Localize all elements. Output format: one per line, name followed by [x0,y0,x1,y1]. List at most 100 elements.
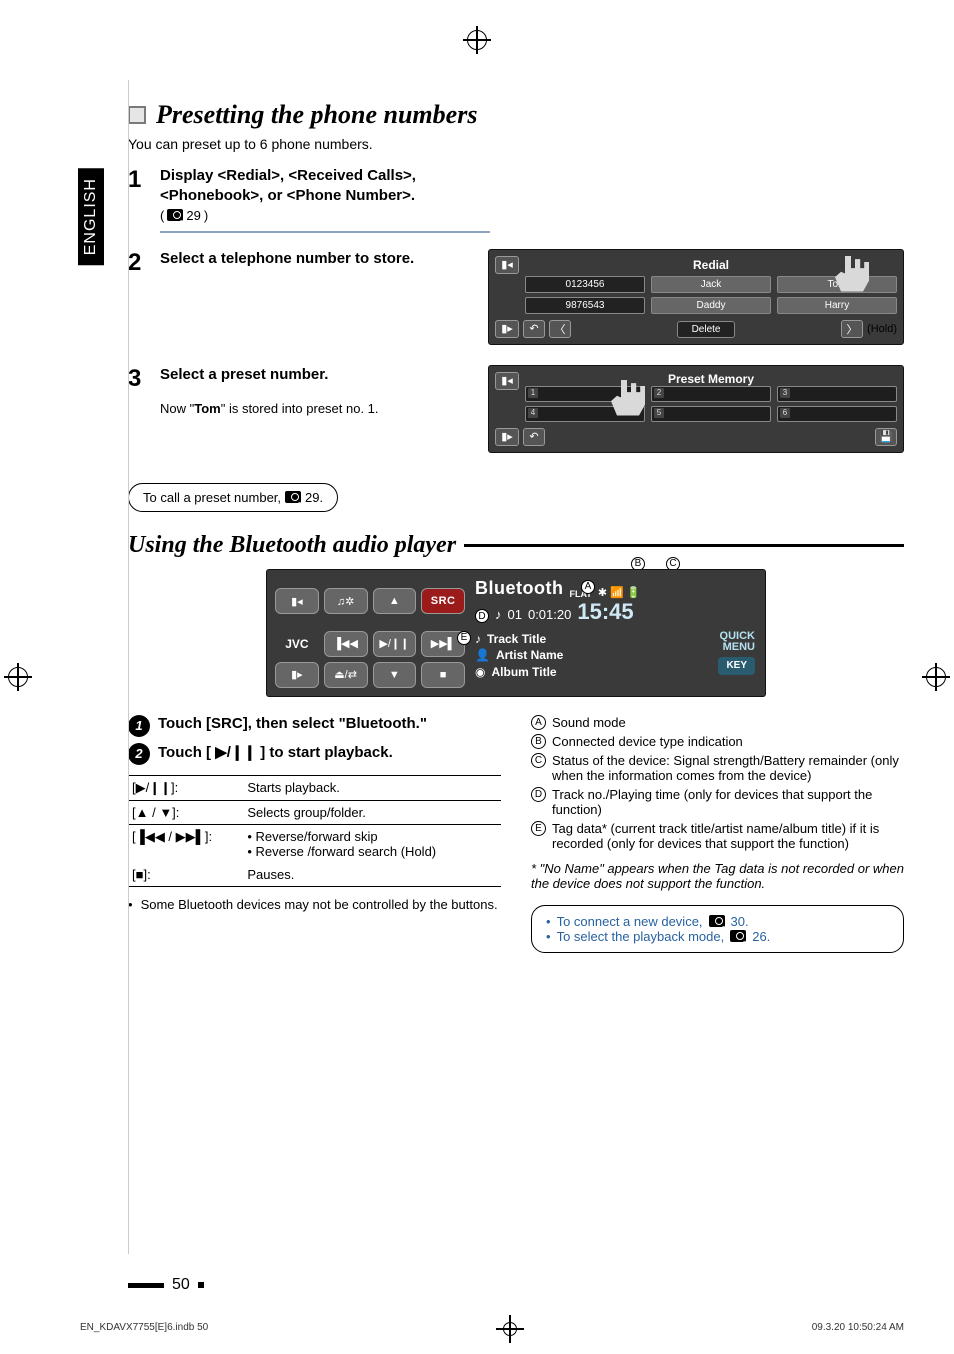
magnifier-icon [709,915,725,927]
callout-e: E [457,631,471,645]
delete-button: Delete [677,321,736,338]
call-preset-note: To call a preset number, 29. [128,483,338,512]
artist-icon: 👤 [475,647,490,664]
redial-entry: 0123456 [525,276,645,293]
step-title: Select a telephone number to store. [160,249,468,269]
redial-entry: Harry [777,297,897,314]
back-icon: ↶ [523,428,545,446]
legend-list: ASound mode BConnected device type indic… [531,715,904,851]
section-title: Presetting the phone numbers [156,100,477,130]
bt-device-note: • Some Bluetooth devices may not be cont… [128,897,501,912]
step-number: 3 [128,365,146,393]
controls-table: [▶/❙❙]: Starts playback. [▲ / ▼]: Select… [128,775,501,887]
preset-slot: 3 [777,386,897,402]
key-button: KEY [718,657,755,675]
footer-timestamp: 09.3.20 10:50:24 AM [812,1322,904,1336]
preset-memory-screen: ▮◂ Preset Memory 1 2 3 4 5 6 [488,365,904,453]
bt-status-icon: ✱ 📶 🔋 [598,586,641,599]
list-item: CStatus of the device: Signal strength/B… [531,753,904,783]
prev-track-icon: ▐◀◀ [324,631,368,657]
step-divider [160,231,490,233]
footnote-star: * "No Name" appears when the Tag data is… [531,861,904,891]
panel-btn-corner: ▮◂ [275,588,319,614]
crop-mark-bottom [503,1322,517,1336]
page-ref: 29 [186,208,200,223]
preset-slot: 6 [777,406,897,422]
hold-label: (Hold) [867,323,897,335]
magnifier-icon [167,209,183,221]
crop-mark-left [8,667,28,687]
scroll-down-icon: ▮▸ [495,428,519,446]
heading-rule [464,544,904,547]
brand-label: JVC [275,631,319,657]
step-badge-1: 1 [128,715,150,737]
page-number: 50 [128,1276,204,1294]
step-number: 2 [128,249,146,277]
callout-a: A [581,580,595,594]
list-item: ASound mode [531,715,904,730]
music-settings-icon: ♫✲ [324,588,368,614]
source-label: Bluetooth [475,578,563,599]
next-icon: 〉 [841,320,863,338]
scroll-up-icon: ▮◂ [495,372,519,390]
step-title: Select a preset number. [160,365,468,385]
down-icon: ▼ [373,662,417,688]
section2-title: Using the Bluetooth audio player [128,532,456,559]
list-item: DTrack no./Playing time (only for device… [531,787,904,817]
scroll-down-icon: ▮▸ [495,320,519,338]
step-badge-2: 2 [128,743,150,765]
magnifier-icon [285,491,301,503]
preset-slot: 2 [651,386,771,402]
album-title: Album Title [491,664,556,681]
play-pause-icon: ▶/❙❙ [373,631,417,657]
play-time: 0:01:20 [528,607,571,622]
step-1: 1 Display <Redial>, <Received Calls>, <P… [128,166,904,233]
procedure-step-1: 1 Touch [SRC], then select "Bluetooth." [128,715,501,737]
eject-swap-icon: ⏏/⇄ [324,662,368,688]
section-intro: You can preset up to 6 phone numbers. [128,136,904,152]
src-button: SRC [421,588,465,614]
procedure-step-2: 2 Touch [ ▶/❙❙ ] to start playback. [128,743,501,765]
redial-entry: Daddy [651,297,771,314]
panel-btn-corner: ▮▸ [275,662,319,688]
stop-icon: ■ [421,662,465,688]
step-title-line1: Display <Redial>, <Received Calls>, [160,166,904,186]
section-bullet-icon [128,106,146,124]
table-row: [▶/❙❙]: Starts playback. [128,775,501,800]
bluetooth-player-screen: ▮◂ ♫✲ ▲ SRC A Bluetooth FLAT ✱ 📶 🔋 [266,569,766,697]
note-icon: ♪ [475,631,481,648]
screen-title: Redial [693,258,729,272]
list-item: ETag data* (current track title/artist n… [531,821,904,851]
crop-mark-top [467,30,487,50]
album-icon: ◉ [475,664,485,681]
footer-filename: EN_KDAVX7755[E]6.indb 50 [80,1322,208,1336]
language-tab: ENGLISH [78,168,104,265]
list-item: BConnected device type indication [531,734,904,749]
callout-d: D [475,609,489,623]
table-row: [■]: Pauses. [128,863,501,887]
redial-entry: Jack [651,276,771,293]
prev-icon: 〈 [549,320,571,338]
preset-slot: 5 [651,406,771,422]
up-icon: ▲ [373,588,417,614]
artist-name: Artist Name [496,647,563,664]
screen-title: Preset Memory [525,372,897,386]
save-icon: 💾 [875,428,897,446]
track-title: Track Title [487,631,546,648]
cross-ref-box: •To connect a new device, 30. •To select… [531,905,904,953]
quick-menu-label: QUICKMENU [720,631,755,653]
table-row: [▐◀◀ / ▶▶▌]: • Reverse/forward skip • Re… [128,824,501,863]
step-note: Now "Tom" is stored into preset no. 1. [160,401,468,416]
clock: 15:45 [577,599,633,625]
step-number: 1 [128,166,146,194]
step-title-line2: <Phonebook>, or <Phone Number>. [160,186,904,206]
redial-entry: 9876543 [525,297,645,314]
redial-screen: ▮◂ Redial 0123456 Jack Tom 98765 [488,249,904,345]
note-icon: ♪ [495,607,502,622]
magnifier-icon [730,930,746,942]
track-number: 01 [508,607,522,622]
print-footer: EN_KDAVX7755[E]6.indb 50 09.3.20 10:50:2… [80,1322,904,1336]
crop-mark-right [926,667,946,687]
scroll-up-icon: ▮◂ [495,256,519,274]
table-row: [▲ / ▼]: Selects group/folder. [128,800,501,824]
